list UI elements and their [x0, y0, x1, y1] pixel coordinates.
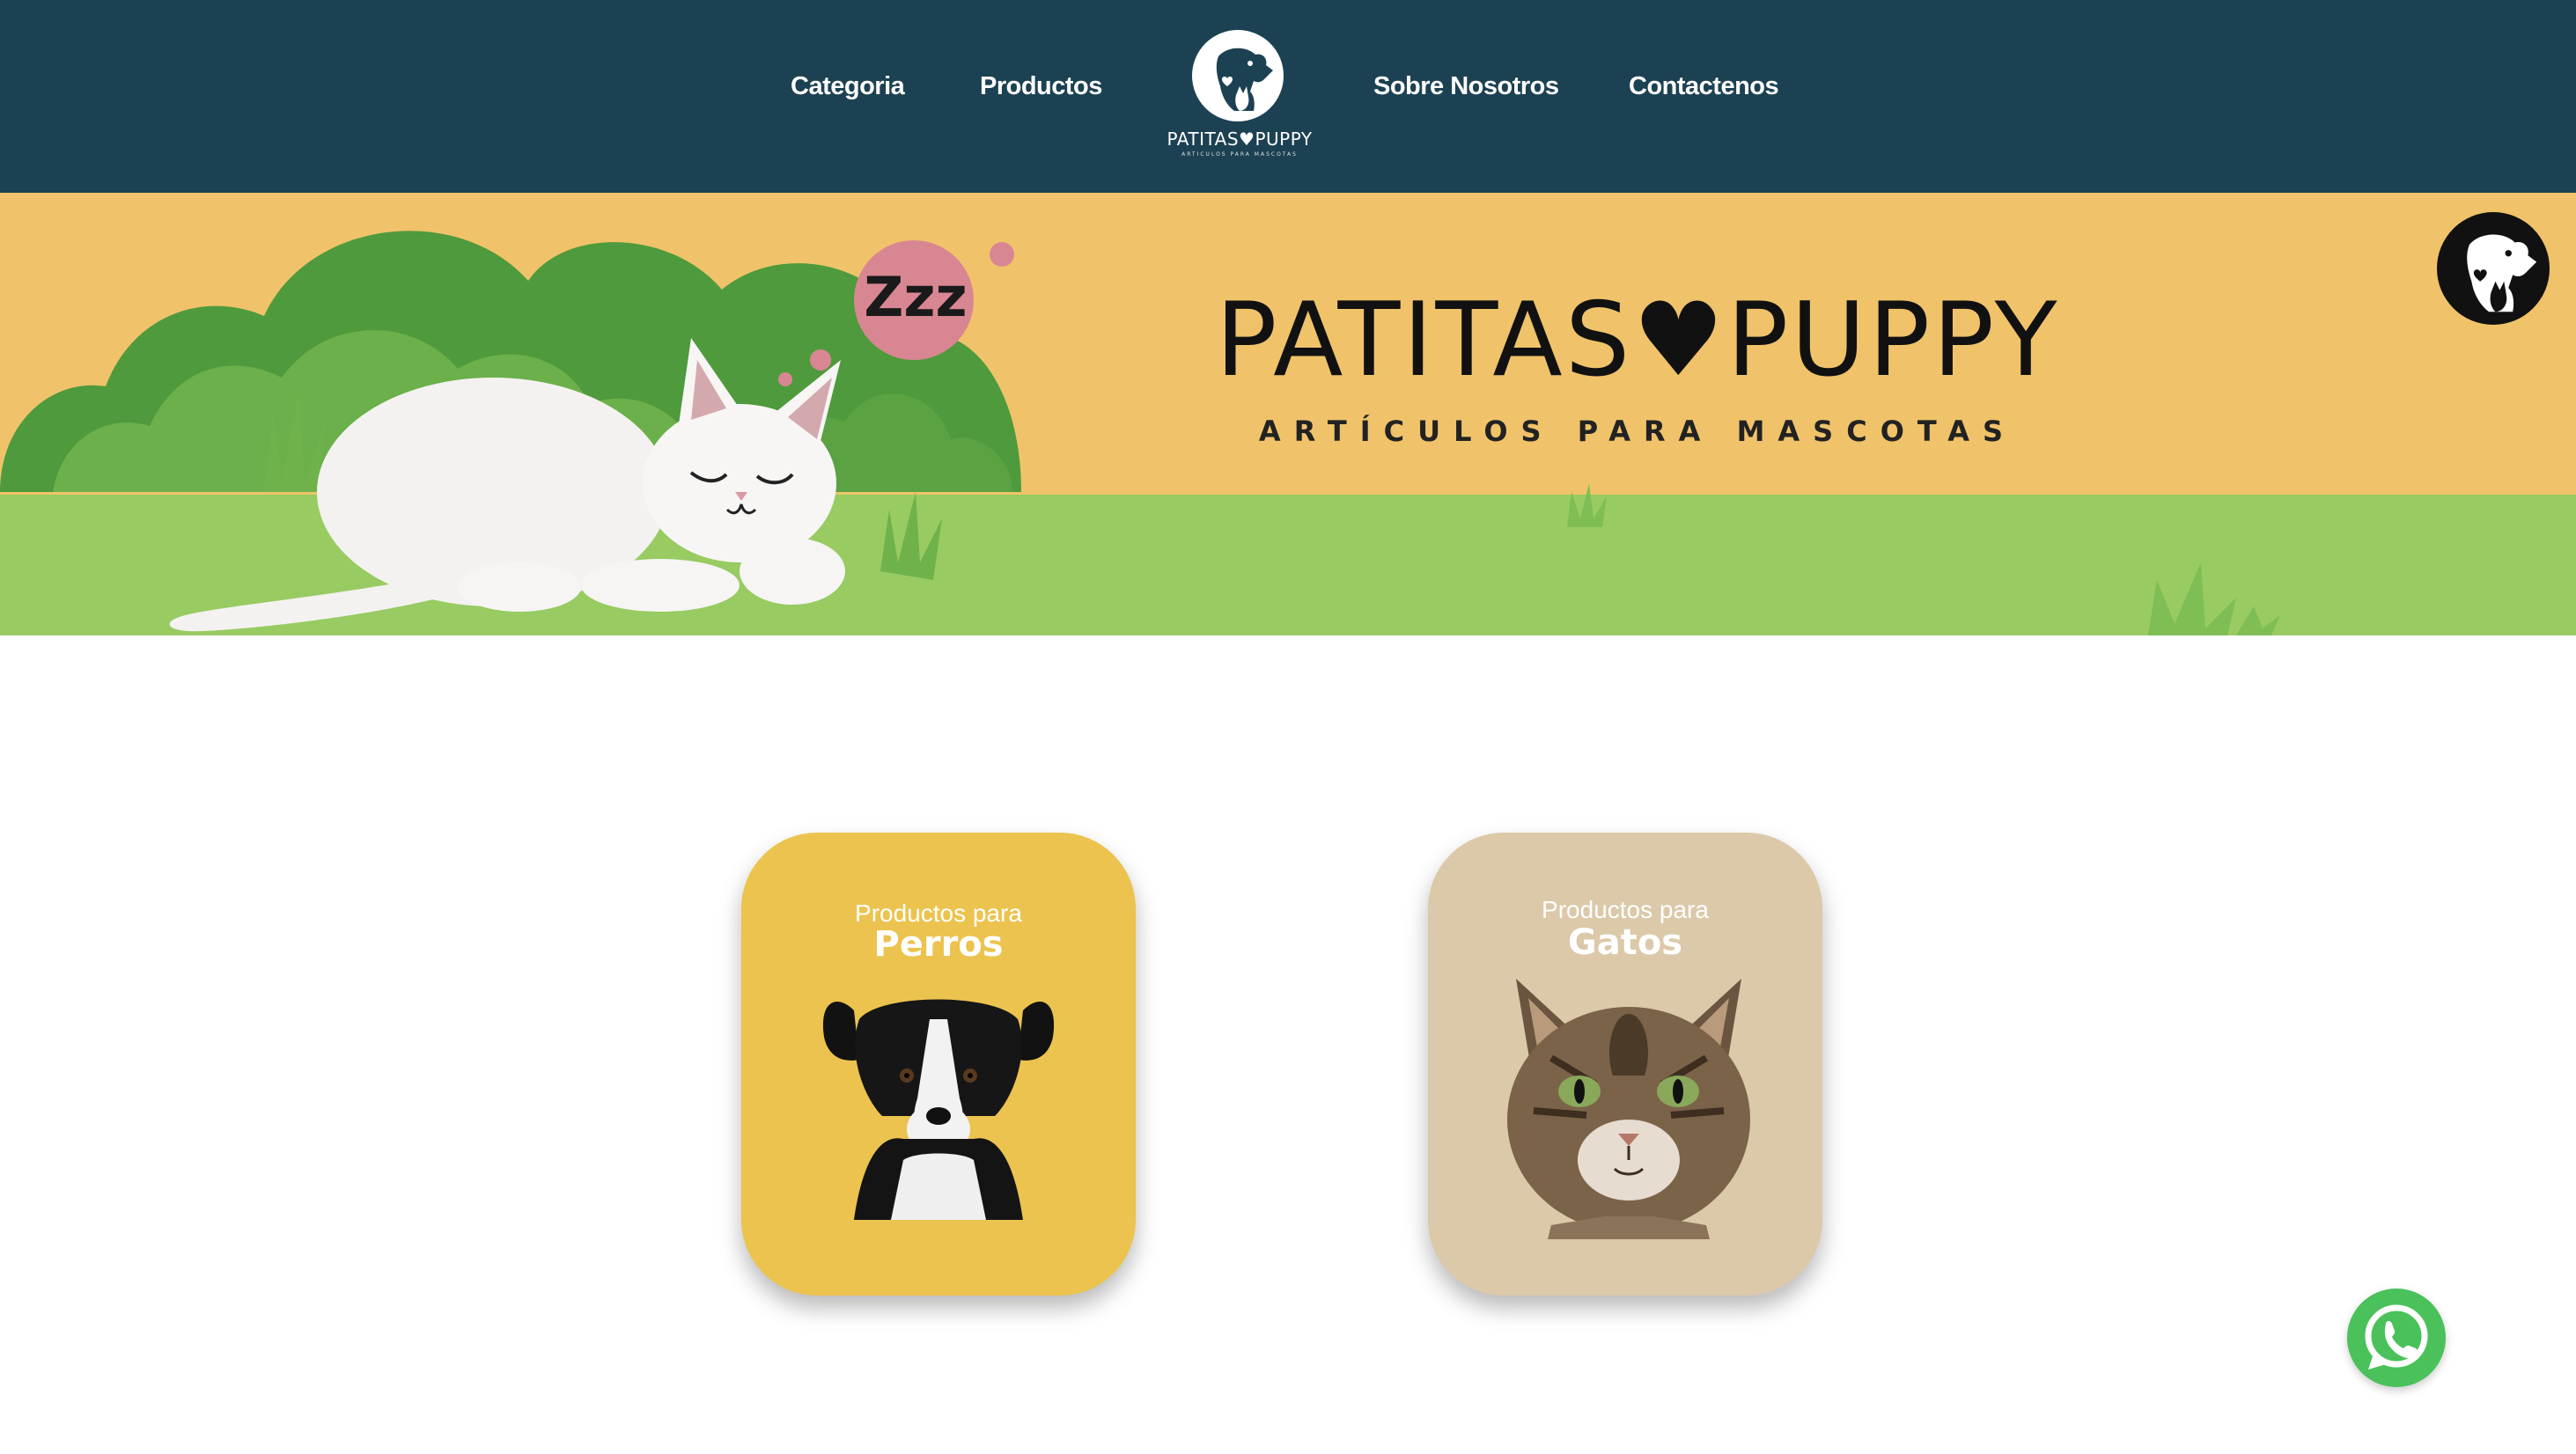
card-cats-pretitle: Productos para [1542, 896, 1709, 923]
dog-photo [822, 999, 1055, 1220]
hero-banner: Zzz PATITAS♥PUPPY ARTÍCULOS PARA MASCOTA… [0, 193, 2576, 635]
nav-sobre-nosotros[interactable]: Sobre Nosotros [1373, 72, 1559, 101]
banner-title: PATITAS♥PUPPY [1215, 281, 2060, 400]
whatsapp-button[interactable] [2347, 1289, 2446, 1387]
banner-subtitle: ARTÍCULOS PARA MASCOTAS [1258, 415, 2017, 448]
nav-productos[interactable]: Productos [980, 72, 1102, 101]
dog-cat-logo-icon [1192, 30, 1284, 121]
header-logo[interactable]: PATITAS♥PUPPY ARTÍCULOS PARA MASCOTAS [1162, 30, 1317, 162]
dog-cat-logo-icon[interactable] [2437, 212, 2550, 325]
logo-tagline: ARTÍCULOS PARA MASCOTAS [1181, 151, 1298, 158]
top-navigation-bar: Categoria Productos PATITAS♥PUPPY ARTÍCU… [0, 0, 2576, 193]
logo-wordmark: PATITAS♥PUPPY [1167, 129, 1313, 150]
card-cat-products[interactable]: Productos para Gatos [1428, 833, 1822, 1296]
card-cats-title: Gatos [1567, 922, 1683, 963]
nav-contactenos[interactable]: Contactenos [1629, 72, 1779, 101]
whatsapp-icon [2365, 1304, 2428, 1370]
card-dogs-title: Perros [873, 924, 1004, 965]
card-dog-products[interactable]: Productos para Perros [741, 833, 1136, 1296]
nav-categoria[interactable]: Categoria [791, 72, 905, 101]
cat-photo [1507, 979, 1750, 1239]
bubble-text: Zzz [864, 265, 967, 329]
